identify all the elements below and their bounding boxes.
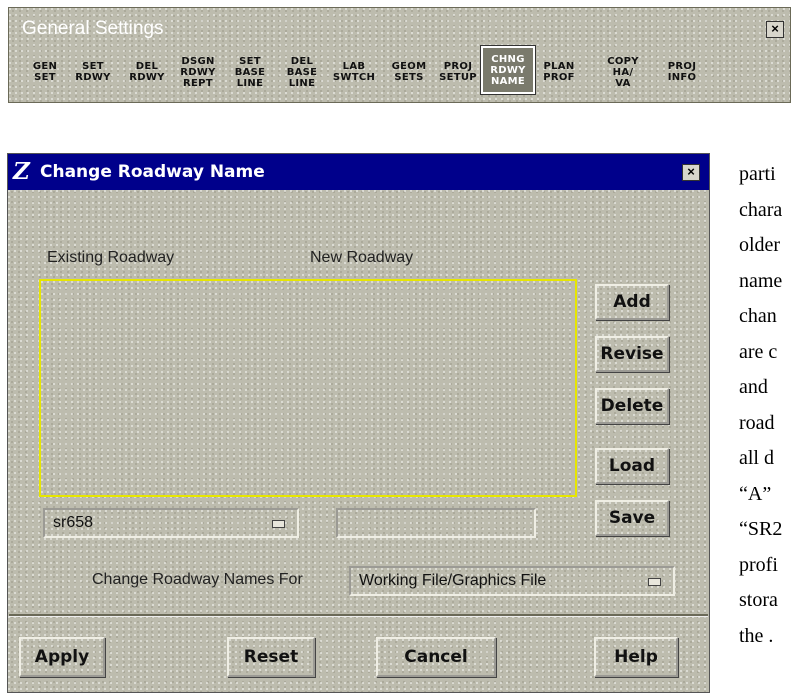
existing-roadway-select[interactable]: sr658 <box>43 508 299 538</box>
apply-button[interactable]: Apply <box>19 637 105 677</box>
general-settings-toolbar: GEN SET SET RDWY DEL RDWY DSGN RDWY REPT SET… <box>19 45 779 98</box>
new-roadway-label: New Roadway <box>310 249 414 266</box>
tool-button[interactable]: GEOM SETS <box>383 46 435 98</box>
divider <box>9 614 708 617</box>
tool-button[interactable]: CHNG RDWY NAME <box>480 45 536 95</box>
dropdown-icon <box>272 520 285 528</box>
document-line: “A” <box>739 482 772 505</box>
document-line: chan <box>739 305 777 327</box>
document-line: all d <box>739 447 774 469</box>
dropdown-icon <box>648 578 661 586</box>
dialog-body: Existing Roadway New Roadway Add Revise … <box>9 190 708 692</box>
document-text: parti chara older name chan are c and road all d… <box>739 157 798 654</box>
cancel-button[interactable]: Cancel <box>376 637 496 677</box>
tool-button[interactable]: COPY HA/ VA <box>597 46 649 98</box>
tool-button[interactable]: PLAN PROF <box>533 46 585 98</box>
tool-button[interactable]: PROJ SETUP <box>432 46 484 98</box>
tool-button[interactable]: SET BASE LINE <box>224 46 276 98</box>
document-line: the . <box>739 624 774 647</box>
tool-button[interactable]: DEL BASE LINE <box>276 46 328 98</box>
save-button[interactable]: Save <box>595 500 669 536</box>
document-line: chara <box>739 198 783 221</box>
tool-button[interactable]: DSGN RDWY REPT <box>172 46 224 98</box>
change-roadway-name-dialog: Z Change Roadway Name × Existing Roadway… <box>7 153 710 693</box>
document-line: parti <box>739 163 776 185</box>
existing-roadway-label: Existing Roadway <box>47 249 175 266</box>
close-icon[interactable]: × <box>682 164 700 181</box>
tool-button[interactable]: LAB SWTCH <box>328 46 380 98</box>
reset-button[interactable]: Reset <box>227 637 315 677</box>
document-line: and <box>739 376 768 398</box>
change-for-value: Working File/Graphics File <box>359 572 547 589</box>
document-line: profi <box>739 553 778 576</box>
close-icon[interactable]: × <box>766 21 784 38</box>
general-settings-palette: General Settings × GEN SET SET RDWY DEL RD… <box>8 7 791 103</box>
document-line: name <box>739 269 783 292</box>
general-settings-titlebar[interactable]: General Settings × <box>9 8 790 44</box>
document-line: are c <box>739 340 778 363</box>
document-line: road <box>739 411 775 434</box>
help-button[interactable]: Help <box>594 637 678 677</box>
tool-button[interactable]: SET RDWY <box>67 46 119 98</box>
delete-button[interactable]: Delete <box>595 388 669 424</box>
document-line: stora <box>739 589 778 611</box>
load-button[interactable]: Load <box>595 448 669 484</box>
tool-button[interactable]: PROJ INFO <box>656 46 708 98</box>
app-logo-icon: Z <box>13 158 30 185</box>
existing-roadway-value: sr658 <box>53 514 94 531</box>
document-line: older <box>739 234 781 256</box>
tool-button[interactable]: DEL RDWY <box>121 46 173 98</box>
dialog-titlebar[interactable]: Z Change Roadway Name × <box>8 154 709 190</box>
change-for-label: Change Roadway Names For <box>92 571 303 588</box>
document-line: “SR2 <box>739 518 783 540</box>
general-settings-title: General Settings <box>22 18 164 39</box>
roadway-list[interactable] <box>39 279 577 497</box>
new-roadway-input[interactable] <box>336 508 536 538</box>
revise-button[interactable]: Revise <box>595 336 669 372</box>
add-button[interactable]: Add <box>595 284 669 320</box>
dialog-title: Change Roadway Name <box>40 162 265 182</box>
tool-button[interactable]: GEN SET <box>19 46 71 98</box>
change-for-select[interactable]: Working File/Graphics File <box>349 566 675 596</box>
